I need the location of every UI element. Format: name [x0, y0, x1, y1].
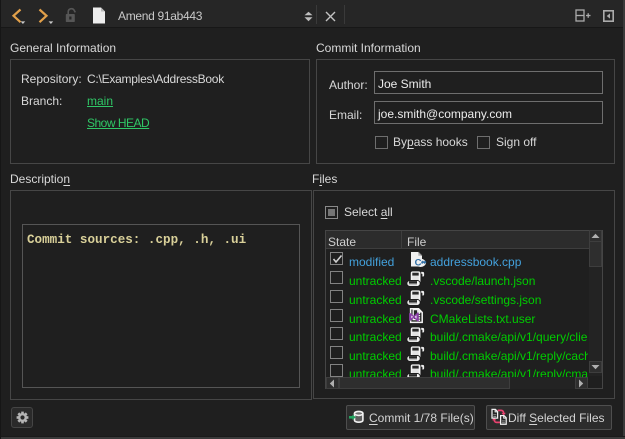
svg-text:C: C	[415, 258, 422, 268]
